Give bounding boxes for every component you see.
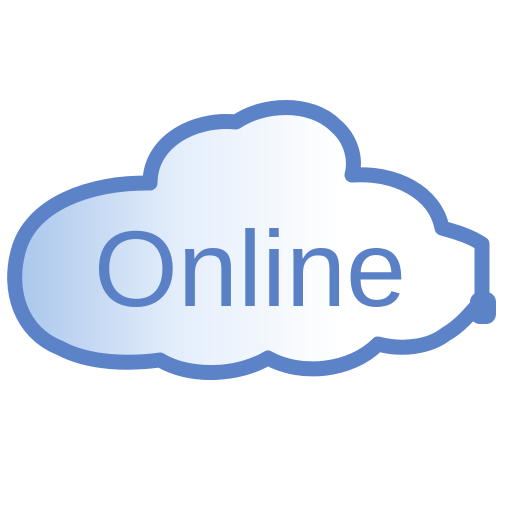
cloud-icon: Online: [7, 100, 496, 381]
online-cloud-logo: Online: [0, 0, 512, 512]
logo-word: Online: [94, 208, 406, 329]
period-dot: [470, 292, 496, 324]
